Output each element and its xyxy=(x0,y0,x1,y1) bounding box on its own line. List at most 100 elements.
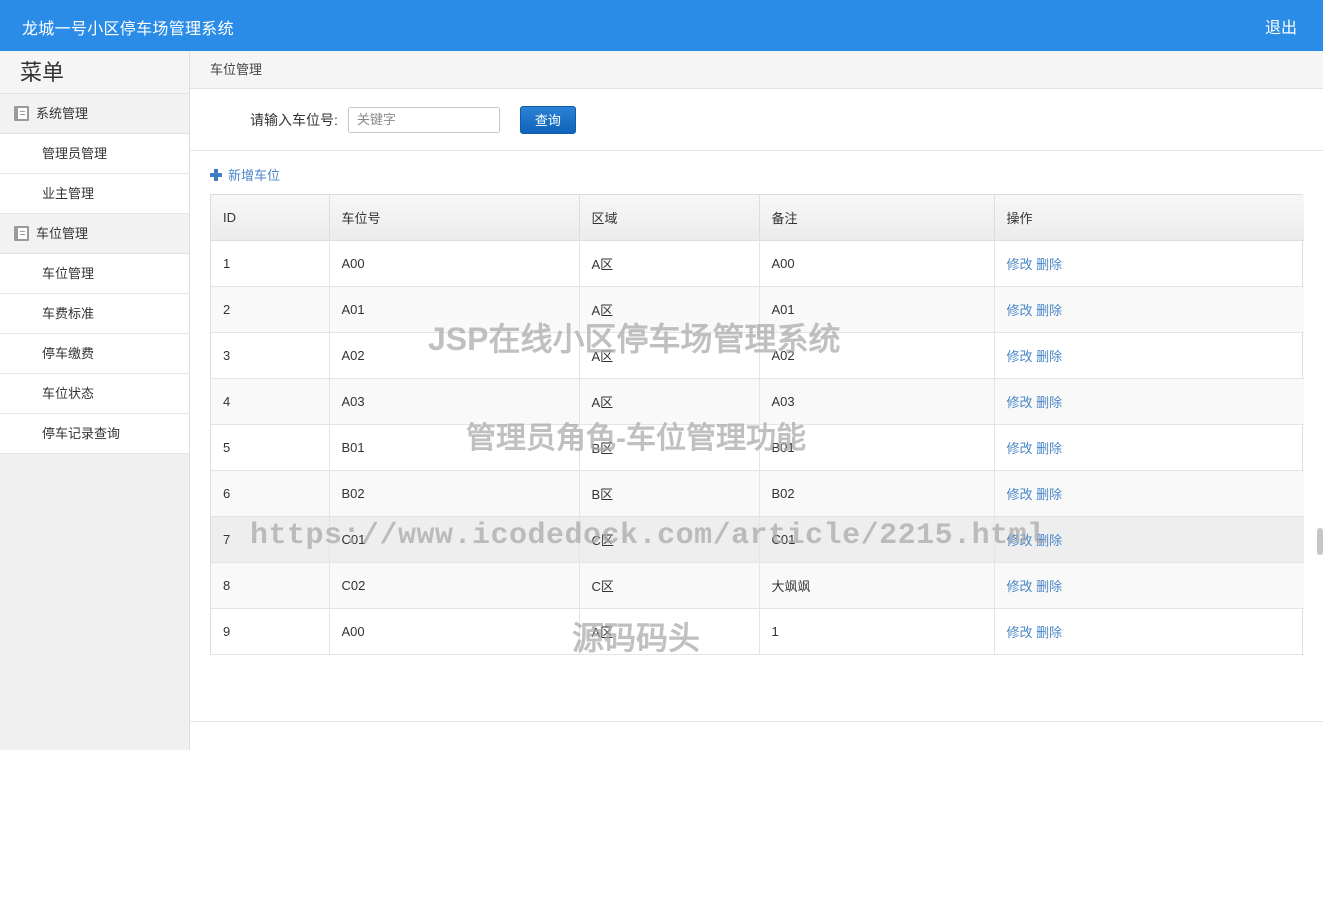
table-row: 3 A02 A区 A02 修改 删除 xyxy=(211,332,1304,379)
cell-note: B02 xyxy=(759,470,995,517)
page-scrollbar-thumb[interactable] xyxy=(1317,528,1323,555)
delete-link[interactable]: 删除 xyxy=(1036,625,1062,640)
cell-id: 2 xyxy=(211,286,330,333)
cell-operations: 修改 删除 xyxy=(994,608,1304,655)
edit-link[interactable]: 修改 xyxy=(1007,533,1033,548)
delete-link[interactable]: 删除 xyxy=(1036,579,1062,594)
column-header-space-no: 车位号 xyxy=(329,195,580,241)
cell-note: C01 xyxy=(759,516,995,563)
table-row: 7 C01 C区 C01 修改 删除 xyxy=(211,516,1304,563)
sidebar-item-admin-management[interactable]: 管理员管理 xyxy=(0,134,189,174)
cell-id: 8 xyxy=(211,562,330,609)
main-content: 车位管理 请输入车位号: 查询 新增车位 ID 车位号 区域 备注 操作 1A0… xyxy=(190,51,1323,722)
sidebar-item-parking-records[interactable]: 停车记录查询 xyxy=(0,414,189,454)
cell-area: A区 xyxy=(579,286,760,333)
table-row: 2 A01 A区 A01 修改 删除 xyxy=(211,286,1304,333)
sidebar-item-parking-payment[interactable]: 停车缴费 xyxy=(0,334,189,374)
delete-link[interactable]: 删除 xyxy=(1036,395,1062,410)
app-title: 龙城一号小区停车场管理系统 xyxy=(22,21,234,38)
add-parking-space-button[interactable]: 新增车位 xyxy=(210,165,280,184)
search-button[interactable]: 查询 xyxy=(519,105,576,134)
table-header-row: ID 车位号 区域 备注 操作 xyxy=(211,195,1304,241)
sidebar-group-label: 系统管理 xyxy=(36,105,89,121)
table-body: 1 A00 A区 A00 修改 删除 2 A01 A区 A01 修改 删除 3 A02 A区 A02 修改 … xyxy=(211,240,1304,655)
cell-area: C区 xyxy=(579,516,760,563)
sidebar-group-system-management[interactable]: 系统管理 xyxy=(0,94,189,134)
cell-area: A区 xyxy=(579,378,760,425)
edit-link[interactable]: 修改 xyxy=(1007,395,1033,410)
cell-operations: 修改 删除 xyxy=(994,516,1304,563)
cell-operations: 修改 删除 xyxy=(994,378,1304,425)
table-row: 9 A00 A区 1 修改 删除 xyxy=(211,608,1304,655)
table-row: 8 C02 C区 大飒飒 修改 删除 xyxy=(211,562,1304,609)
cell-id: 6 xyxy=(211,470,330,517)
sidebar-group-label: 车位管理 xyxy=(36,225,89,241)
cell-no: C02 xyxy=(329,562,580,609)
edit-link[interactable]: 修改 xyxy=(1007,625,1033,640)
edit-link[interactable]: 修改 xyxy=(1007,303,1033,318)
cell-id: 9 xyxy=(211,608,330,655)
add-parking-space-label: 新增车位 xyxy=(228,168,281,183)
table-row: 4 A03 A区 A03 修改 删除 xyxy=(211,378,1304,425)
cell-operations: 修改 删除 xyxy=(994,332,1304,379)
delete-link[interactable]: 删除 xyxy=(1036,349,1062,364)
sidebar-group-parking-management[interactable]: 车位管理 xyxy=(0,214,189,254)
delete-link[interactable]: 删除 xyxy=(1036,303,1062,318)
cell-area: B区 xyxy=(579,470,760,517)
cell-area: A区 xyxy=(579,240,760,287)
column-header-area: 区域 xyxy=(579,195,760,241)
cell-no: A03 xyxy=(329,378,580,425)
book-icon xyxy=(14,106,29,121)
add-toolbar: 新增车位 xyxy=(190,151,1323,194)
cell-id: 3 xyxy=(211,332,330,379)
table-row: 5 B01 B区 B01 修改 删除 xyxy=(211,424,1304,471)
cell-note: A02 xyxy=(759,332,995,379)
cell-operations: 修改 删除 xyxy=(994,562,1304,609)
cell-area: A区 xyxy=(579,332,760,379)
plus-icon xyxy=(210,168,222,181)
top-header-bar: 龙城一号小区停车场管理系统 退出 xyxy=(0,0,1323,51)
edit-link[interactable]: 修改 xyxy=(1007,349,1033,364)
cell-no: B02 xyxy=(329,470,580,517)
cell-id: 5 xyxy=(211,424,330,471)
breadcrumb: 车位管理 xyxy=(190,51,1323,89)
column-header-id: ID xyxy=(211,195,330,241)
cell-operations: 修改 删除 xyxy=(994,424,1304,471)
sidebar-item-owner-management[interactable]: 业主管理 xyxy=(0,174,189,214)
edit-link[interactable]: 修改 xyxy=(1007,257,1033,272)
parking-space-table-container: ID 车位号 区域 备注 操作 1 A00 A区 A00 修改 删除 2 A01 A区 A01 修… xyxy=(210,194,1304,655)
table-row: 1 A00 A区 A00 修改 删除 xyxy=(211,240,1304,287)
cell-note: A03 xyxy=(759,378,995,425)
edit-link[interactable]: 修改 xyxy=(1007,487,1033,502)
sidebar-item-space-management[interactable]: 车位管理 xyxy=(0,254,189,294)
parking-space-table: ID 车位号 区域 备注 操作 1 A00 A区 A00 修改 删除 2 A01 A区 A01 修… xyxy=(211,195,1304,655)
cell-area: C区 xyxy=(579,562,760,609)
delete-link[interactable]: 删除 xyxy=(1036,487,1062,502)
edit-link[interactable]: 修改 xyxy=(1007,579,1033,594)
cell-no: A02 xyxy=(329,332,580,379)
cell-no: A01 xyxy=(329,286,580,333)
cell-note: 大飒飒 xyxy=(759,562,995,609)
book-icon xyxy=(14,226,29,241)
cell-note: A01 xyxy=(759,286,995,333)
table-row: 6 B02 B区 B02 修改 删除 xyxy=(211,470,1304,517)
cell-area: A区 xyxy=(579,608,760,655)
cell-note: 1 xyxy=(759,608,995,655)
column-header-operations: 操作 xyxy=(994,195,1304,241)
sidebar-item-fee-standard[interactable]: 车费标准 xyxy=(0,294,189,334)
cell-id: 7 xyxy=(211,516,330,563)
delete-link[interactable]: 删除 xyxy=(1036,441,1062,456)
delete-link[interactable]: 删除 xyxy=(1036,533,1062,548)
sidebar-item-space-status[interactable]: 车位状态 xyxy=(0,374,189,414)
search-input[interactable] xyxy=(347,106,500,133)
delete-link[interactable]: 删除 xyxy=(1036,257,1062,272)
search-label: 请输入车位号: xyxy=(250,111,338,128)
cell-id: 4 xyxy=(211,378,330,425)
cell-operations: 修改 删除 xyxy=(994,470,1304,517)
cell-id: 1 xyxy=(211,240,330,287)
logout-button[interactable]: 退出 xyxy=(1265,14,1297,38)
cell-area: B区 xyxy=(579,424,760,471)
cell-no: C01 xyxy=(329,516,580,563)
cell-no: A00 xyxy=(329,240,580,287)
edit-link[interactable]: 修改 xyxy=(1007,441,1033,456)
